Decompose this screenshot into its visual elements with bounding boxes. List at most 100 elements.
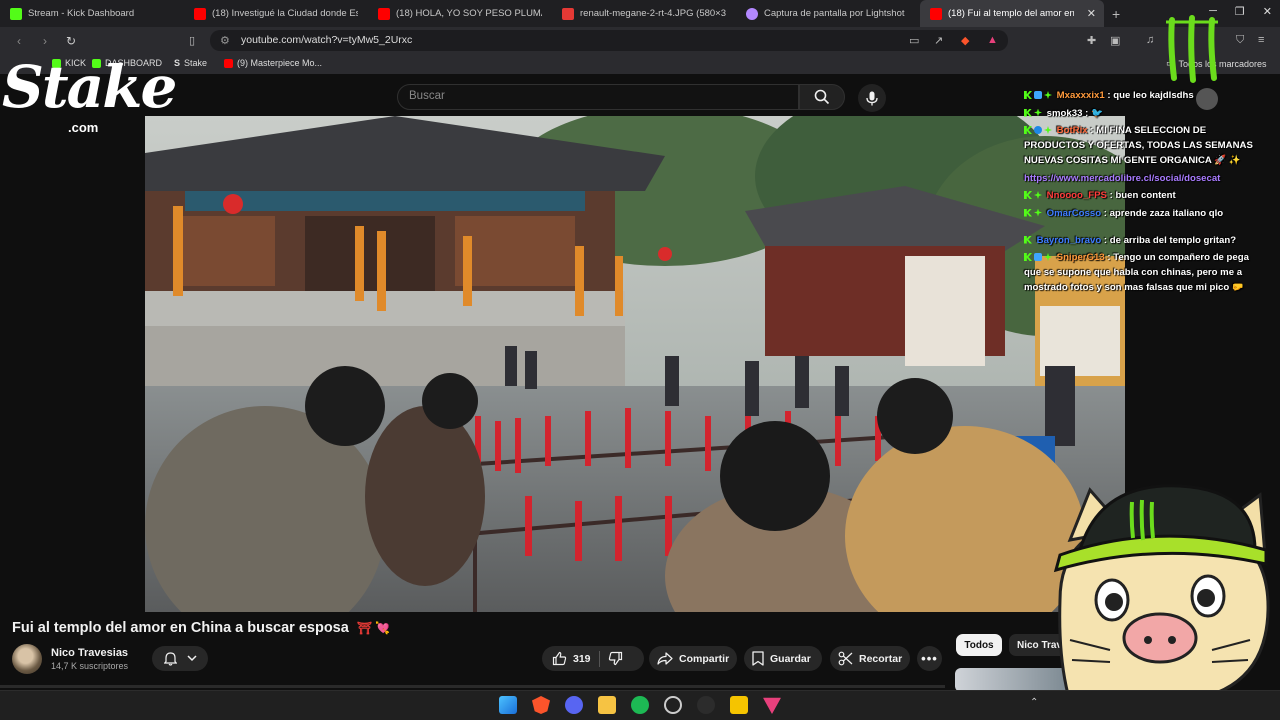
chat-username: Nnoooo_FPS (1046, 190, 1107, 201)
discord-icon[interactable] (565, 696, 583, 714)
bookmark-label: Stake (184, 58, 208, 68)
video-title-text: Fui al templo del amor en China a buscar… (12, 620, 349, 636)
bookmark-stake[interactable]: S Stake (174, 58, 207, 68)
bookmark-page-icon[interactable]: ▯ (189, 34, 195, 47)
tab-youtube-investigue[interactable]: (18) Investigué la Ciudad donde Escap (184, 0, 368, 27)
voice-search-button[interactable] (858, 84, 886, 112)
tab-renault-image[interactable]: renault-megane-2-rt-4.JPG (580×319 (552, 0, 736, 27)
kick-badge-icon (1024, 191, 1032, 199)
youtube-icon (930, 7, 942, 20)
share-page-icon[interactable]: ↗ (934, 34, 943, 47)
chat-message: smok33 : 🐦 (1024, 106, 1254, 121)
bookmark-icon (752, 651, 764, 666)
channel-avatar[interactable] (12, 644, 42, 674)
forward-icon[interactable]: › (38, 34, 52, 48)
share-label: Compartir (679, 652, 730, 665)
share-button[interactable]: Compartir (649, 646, 737, 671)
spotify-icon[interactable] (631, 696, 649, 714)
chevron-down-icon (186, 655, 197, 662)
maximize-icon[interactable]: ❐ (1235, 5, 1245, 18)
close-window-icon[interactable]: ✕ (1263, 5, 1272, 18)
brave-rewards-icon[interactable]: ▲ (987, 34, 998, 46)
youtube-icon (378, 7, 390, 20)
chat-text: de arriba del templo gritan? (1109, 234, 1237, 246)
tab-lightshot[interactable]: Captura de pantalla por Lightshot (736, 0, 920, 27)
subscriber-count: 14,7 K suscriptores (51, 661, 129, 671)
kick-icon (10, 7, 22, 20)
bookmark-masterpiece[interactable]: (9) Masterpiece Mo... (224, 58, 322, 68)
windows-start-icon[interactable] (499, 696, 517, 714)
notifications-button[interactable] (152, 646, 208, 671)
kick-badge-icon (1024, 235, 1032, 244)
title-emoji: ⛩ 💘 (356, 621, 391, 635)
stream-chat-overlay: Mxaxxxix1 : que leo kajdlsdhs smok33 : 🐦… (1024, 88, 1254, 298)
gifter-badge-icon (1044, 126, 1052, 134)
save-label: Guardar (770, 652, 811, 665)
dislike-button[interactable] (608, 651, 629, 666)
chat-username: OmarCosso (1046, 207, 1102, 219)
rockstar-icon[interactable] (730, 696, 748, 714)
chat-username: SniperG13 (1056, 252, 1105, 263)
bot-badge-icon (1034, 126, 1042, 134)
chevron-up-icon[interactable]: ⌃ (1030, 697, 1038, 708)
save-button[interactable]: Guardar (744, 646, 822, 671)
chat-message: BotRix : MI FINA SELECCION DE PRODUCTOS … (1024, 125, 1253, 166)
sidebar-icon[interactable]: ▣ (1110, 34, 1120, 47)
vpn-icon[interactable]: ⛉ (1236, 34, 1244, 47)
file-explorer-icon[interactable] (598, 696, 616, 714)
steam-icon[interactable] (697, 696, 715, 714)
chat-text: que leo kajdlsdhs (1113, 90, 1194, 101)
like-button[interactable]: 319 (542, 651, 591, 666)
video-player[interactable] (145, 116, 1125, 612)
chat-text: aprende zaza italiano qlo (1109, 207, 1224, 219)
tab-active-templo[interactable]: (18) Fui al templo del amor en ✕ (920, 0, 1104, 27)
kick-badge-icon (1024, 91, 1032, 99)
brave-shield-icon[interactable]: ◆ (961, 34, 969, 47)
tab-title: (18) HOLA, YO SOY PESO PLUMA // I (396, 8, 542, 19)
bell-icon (163, 651, 177, 666)
tab-title: (18) Investigué la Ciudad donde Escap (212, 8, 358, 19)
divider (598, 650, 600, 667)
image-icon (562, 7, 574, 20)
close-tab-icon[interactable]: ✕ (1087, 7, 1096, 20)
reload-icon[interactable]: ↻ (64, 34, 78, 48)
tab-title: renault-megane-2-rt-4.JPG (580×319 (580, 8, 726, 19)
share-arrow-icon (657, 652, 673, 665)
chat-text: 🐦 (1090, 107, 1103, 119)
video-title: Fui al templo del amor en China a buscar… (12, 620, 390, 636)
microphone-icon (866, 91, 878, 105)
kick-badge-icon (1024, 108, 1032, 117)
tab-youtube-peso-pluma[interactable]: (18) HOLA, YO SOY PESO PLUMA // I (368, 0, 552, 27)
tab-kick-dashboard[interactable]: Stream - Kick Dashboard (0, 0, 184, 27)
menu-icon[interactable]: ≡ (1258, 34, 1264, 46)
gifter-badge-icon (1044, 91, 1052, 99)
tab-title: Stream - Kick Dashboard (28, 8, 135, 19)
clip-button[interactable]: Recortar (830, 646, 910, 671)
search-input[interactable] (397, 84, 799, 110)
new-tab-icon[interactable]: + (1112, 6, 1120, 22)
obs-icon[interactable] (664, 696, 682, 714)
page-divider (0, 685, 945, 688)
chat-username: Mxaxxxix1 (1056, 90, 1105, 101)
chip-all[interactable]: Todos (956, 634, 1002, 656)
kick-badge-icon (1024, 126, 1032, 134)
clip-label: Recortar (859, 652, 903, 665)
kick-badge-icon (1024, 253, 1032, 261)
stake-logo-text: Stake (2, 53, 177, 121)
lightshot-icon (746, 7, 758, 20)
url-text[interactable]: youtube.com/watch?v=tyMw5_2Urxc (241, 34, 412, 46)
site-info-icon[interactable]: ⚙ (220, 34, 230, 47)
search-button[interactable] (799, 84, 845, 110)
back-icon[interactable]: ‹ (12, 34, 26, 48)
thumbs-up-icon (552, 651, 567, 666)
channel-name[interactable]: Nico Travesias (51, 647, 128, 659)
extensions-icon[interactable]: ✚ (1087, 34, 1096, 47)
chat-message: Mxaxxxix1 : que leo kajdlsdhs (1024, 88, 1254, 103)
gifter-badge-icon (1034, 191, 1042, 199)
chat-link[interactable]: https://www.mercadolibre.cl/social/dosec… (1024, 171, 1254, 186)
like-dislike-group: 319 (542, 646, 644, 671)
media-icon[interactable]: ♫ (1146, 34, 1154, 46)
more-actions-button[interactable]: ••• (917, 646, 942, 671)
bookmarks-bar: KICK DASHBOARD S Stake (9) Masterpiece M… (0, 54, 1280, 74)
cast-icon[interactable]: ▭ (909, 34, 919, 47)
